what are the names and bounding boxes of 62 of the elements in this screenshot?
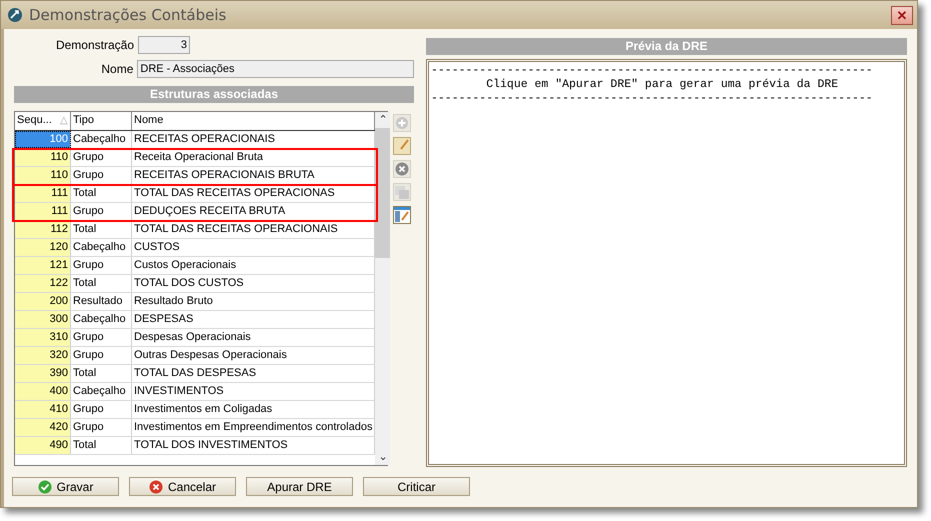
demonstracao-field[interactable]: 3 bbox=[138, 36, 190, 54]
table-cell[interactable]: Total bbox=[71, 185, 132, 202]
check-icon bbox=[38, 480, 52, 494]
table-cell[interactable]: Cabeçalho bbox=[71, 239, 132, 256]
table-cell[interactable]: 110 bbox=[15, 167, 71, 184]
table-cell[interactable]: 490 bbox=[15, 437, 71, 454]
field-label: Nome bbox=[100, 62, 134, 76]
section-header: Prévia da DRE bbox=[426, 38, 907, 55]
table-cell[interactable]: 110 bbox=[15, 149, 71, 166]
action-button[interactable]: Apurar DRE bbox=[246, 477, 353, 496]
table-cell[interactable]: Grupo bbox=[71, 257, 132, 274]
save-button[interactable]: Gravar bbox=[12, 477, 119, 496]
close-button[interactable]: ✕ bbox=[891, 6, 913, 24]
table-cell[interactable]: Cabeçalho bbox=[71, 131, 132, 148]
preview-line: Clique em "Apurar DRE" para gerar uma prévia da DRE bbox=[485, 78, 840, 92]
table-cell[interactable]: 121 bbox=[15, 257, 71, 274]
field-label: Demonstração bbox=[54, 38, 135, 52]
table-cell[interactable]: Total bbox=[71, 437, 132, 454]
table-cell[interactable]: Grupo bbox=[71, 329, 132, 346]
table-cell[interactable]: Grupo bbox=[71, 419, 132, 436]
app-icon bbox=[7, 7, 23, 23]
table-cell[interactable]: Grupo bbox=[71, 401, 132, 418]
table-cell[interactable]: 410 bbox=[15, 401, 71, 418]
table-cell[interactable]: Grupo bbox=[71, 203, 132, 220]
table-cell[interactable]: Total bbox=[71, 275, 132, 292]
preview-line: ---------------------------------------------------------------- bbox=[431, 92, 874, 106]
table-cell[interactable]: 320 bbox=[15, 347, 71, 364]
table-cell[interactable]: Grupo bbox=[71, 347, 132, 364]
cancel-icon bbox=[148, 480, 163, 494]
table-cell[interactable]: 112 bbox=[15, 221, 71, 238]
action-button[interactable]: Criticar bbox=[363, 477, 470, 496]
preview-line: ---------------------------------------------------------------- bbox=[431, 64, 874, 78]
edit-icon[interactable] bbox=[393, 137, 411, 155]
column-header[interactable]: Sequ... △ bbox=[15, 112, 71, 130]
table-cell[interactable]: Total bbox=[71, 365, 132, 382]
scroll-down-button[interactable]: ⌄ bbox=[378, 449, 388, 465]
table-cell[interactable]: 310 bbox=[15, 329, 71, 346]
table-cell[interactable]: Grupo bbox=[71, 149, 132, 166]
table-cell[interactable]: 300 bbox=[15, 311, 71, 328]
table-cell[interactable]: Cabeçalho bbox=[71, 383, 132, 400]
table-cell[interactable]: 120 bbox=[15, 239, 71, 256]
delete-icon[interactable] bbox=[393, 160, 411, 178]
table-cell[interactable]: Total bbox=[71, 221, 132, 238]
table-cell[interactable]: 400 bbox=[15, 383, 71, 400]
table-cell[interactable]: 111 bbox=[15, 203, 71, 220]
table-cell[interactable]: Cabeçalho bbox=[71, 311, 132, 328]
window-title: Demonstrações Contábeis bbox=[29, 6, 226, 24]
edit-form-icon[interactable] bbox=[393, 206, 411, 224]
table-cell[interactable]: 111 bbox=[15, 185, 71, 202]
section-header: Estruturas associadas bbox=[14, 86, 414, 103]
scroll-up-button[interactable]: ⌃ bbox=[378, 112, 388, 128]
column-header[interactable]: Tipo bbox=[71, 112, 132, 130]
table-cell[interactable]: 390 bbox=[15, 365, 71, 382]
table-cell[interactable]: 200 bbox=[15, 293, 71, 310]
table-cell[interactable]: 122 bbox=[15, 275, 71, 292]
scrollbar[interactable]: ⌃ ⌄ bbox=[375, 112, 390, 465]
table-cell[interactable]: Resultado bbox=[71, 293, 132, 310]
table-cell[interactable]: 420 bbox=[15, 419, 71, 436]
nome-field[interactable]: DRE - Associações bbox=[137, 60, 414, 78]
scroll-thumb[interactable] bbox=[375, 128, 390, 258]
table-cell[interactable]: Grupo bbox=[71, 167, 132, 184]
cancel-button[interactable]: Cancelar bbox=[129, 477, 236, 496]
